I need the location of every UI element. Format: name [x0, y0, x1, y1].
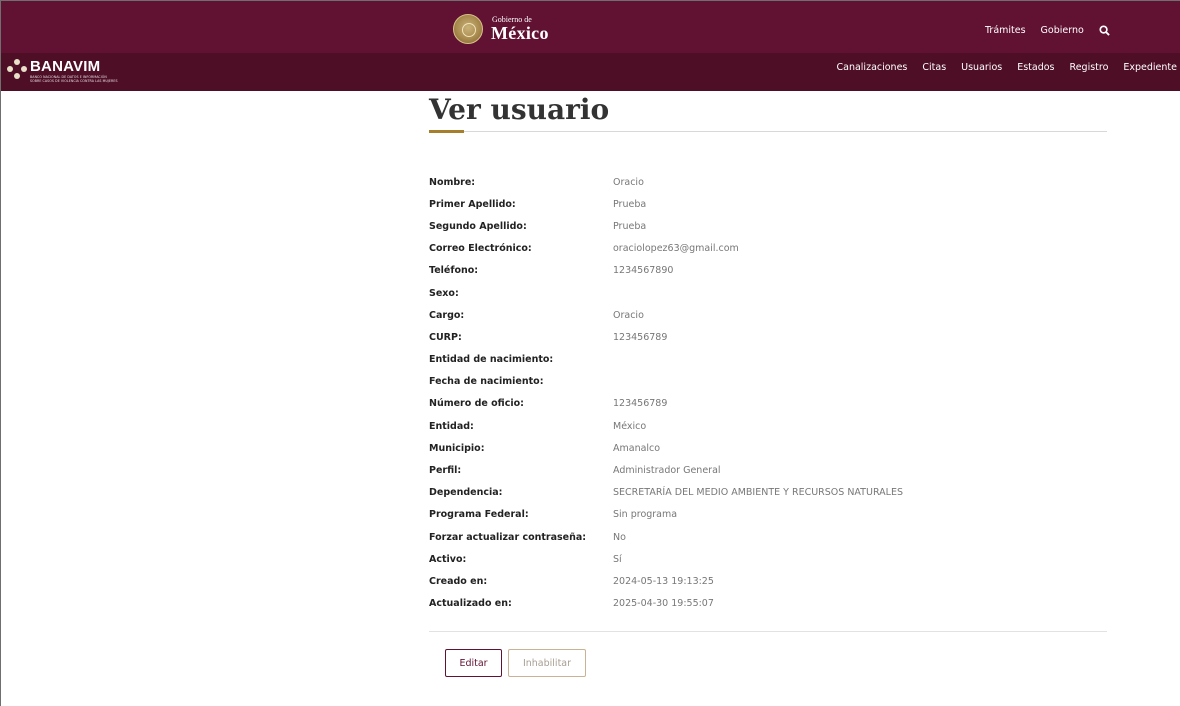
detail-label: Actualizado en:	[429, 598, 512, 610]
nav-estados[interactable]: Estados	[1017, 62, 1054, 73]
detail-value: 1234567890	[613, 265, 674, 277]
detail-value: Prueba	[613, 198, 647, 210]
detail-row: Fecha de nacimiento:	[429, 371, 1107, 393]
detail-label: CURP:	[429, 331, 462, 343]
detail-label: Teléfono:	[429, 265, 479, 277]
detail-label: Municipio:	[429, 442, 485, 454]
detail-row: Teléfono: 1234567890	[429, 260, 1107, 282]
detail-row: Programa Federal: Sin programa	[429, 504, 1107, 526]
gov-links: Trámites Gobierno	[985, 25, 1110, 36]
detail-row: Sexo:	[429, 282, 1107, 304]
detail-row: Creado en: 2024-05-13 19:13:25	[429, 570, 1107, 592]
detail-value: 123456789	[613, 331, 668, 343]
gov-link-gobierno[interactable]: Gobierno	[1041, 25, 1084, 36]
detail-row: Cargo: Oracio	[429, 304, 1107, 326]
detail-row: Entidad de nacimiento:	[429, 349, 1107, 371]
detail-label: Nombre:	[429, 176, 476, 188]
detail-row: Municipio: Amanalco	[429, 437, 1107, 459]
detail-value: Amanalco	[613, 442, 661, 454]
detail-value: Administrador General	[613, 465, 721, 477]
actions-divider	[429, 631, 1107, 632]
detail-value: Oracio	[613, 176, 644, 188]
disable-button[interactable]: Inhabilitar	[508, 649, 586, 677]
detail-label: Entidad de nacimiento:	[429, 354, 554, 366]
title-accent-bar	[429, 130, 464, 133]
gov-header: Gobierno de México Trámites Gobierno	[1, 1, 1180, 53]
detail-value: SECRETARÍA DEL MEDIO AMBIENTE Y RECURSOS…	[613, 487, 903, 499]
detail-row: Activo: Sí	[429, 548, 1107, 570]
detail-value: México	[613, 420, 647, 432]
detail-label: Correo Electrónico:	[429, 243, 532, 255]
nav-expediente[interactable]: Expediente	[1123, 62, 1177, 73]
nav-registro[interactable]: Registro	[1070, 62, 1109, 73]
national-seal-icon	[453, 14, 483, 44]
detail-row: Dependencia: SECRETARÍA DEL MEDIO AMBIENT…	[429, 482, 1107, 504]
user-details-list: Nombre: Oracio Primer Apellido: Prueba Segun…	[429, 171, 1107, 615]
detail-row: Perfil: Administrador General	[429, 459, 1107, 481]
detail-value: Oracio	[613, 309, 644, 321]
detail-row: Entidad: México	[429, 415, 1107, 437]
detail-value: Sin programa	[613, 509, 678, 521]
detail-label: Perfil:	[429, 465, 462, 477]
nav-canalizaciones[interactable]: Canalizaciones	[837, 62, 908, 73]
detail-value: oraciolopez63@gmail.com	[613, 243, 739, 255]
gov-logo-big: México	[491, 23, 549, 43]
gov-logo-text: Gobierno de México	[491, 16, 549, 43]
detail-label: Dependencia:	[429, 487, 503, 499]
banavim-logo[interactable]: BANAVIM BANCO NACIONAL DE DATOS E INFORM…	[7, 59, 118, 83]
detail-value: 2025-04-30 19:55:07	[613, 598, 714, 610]
detail-label: Programa Federal:	[429, 509, 529, 521]
detail-label: Forzar actualizar contraseña:	[429, 531, 587, 543]
app-navbar: BANAVIM BANCO NACIONAL DE DATOS E INFORM…	[1, 53, 1180, 91]
brand-subtitle-2: SOBRE CASOS DE VIOLENCIA CONTRA LAS MUJE…	[30, 79, 118, 83]
gov-link-tramites[interactable]: Trámites	[985, 25, 1026, 36]
detail-label: Activo:	[429, 553, 467, 565]
detail-value: 2024-05-13 19:13:25	[613, 575, 714, 587]
detail-row: Actualizado en: 2025-04-30 19:55:07	[429, 593, 1107, 615]
detail-label: Número de oficio:	[429, 398, 524, 410]
detail-value: Sí	[613, 553, 622, 565]
gov-mexico-logo[interactable]: Gobierno de México	[453, 12, 549, 46]
edit-button[interactable]: Editar	[445, 649, 502, 677]
detail-row: Correo Electrónico: oraciolopez63@gmail.c…	[429, 238, 1107, 260]
detail-row: Forzar actualizar contraseña: No	[429, 526, 1107, 548]
detail-label: Entidad:	[429, 420, 474, 432]
page-title: Ver usuario	[429, 93, 610, 126]
detail-value: 123456789	[613, 398, 668, 410]
main-nav: Canalizaciones Citas Usuarios Estados Re…	[837, 62, 1178, 73]
detail-label: Segundo Apellido:	[429, 220, 527, 232]
detail-row: Primer Apellido: Prueba	[429, 193, 1107, 215]
brand-name: BANAVIM	[30, 58, 101, 75]
nav-usuarios[interactable]: Usuarios	[961, 62, 1002, 73]
page-frame: Gobierno de México Trámites Gobierno BAN…	[0, 0, 1180, 706]
detail-row: Número de oficio: 123456789	[429, 393, 1107, 415]
detail-label: Cargo:	[429, 309, 465, 321]
title-divider	[429, 131, 1107, 132]
detail-value: Prueba	[613, 220, 647, 232]
action-buttons: Editar Inhabilitar	[445, 649, 586, 677]
detail-label: Creado en:	[429, 575, 488, 587]
detail-row: Nombre: Oracio	[429, 171, 1107, 193]
search-icon[interactable]	[1099, 25, 1110, 36]
banavim-mark-icon	[7, 59, 27, 79]
detail-label: Sexo:	[429, 287, 459, 299]
detail-label: Fecha de nacimiento:	[429, 376, 544, 388]
detail-row: CURP: 123456789	[429, 326, 1107, 348]
nav-citas[interactable]: Citas	[922, 62, 946, 73]
detail-value: No	[613, 531, 626, 543]
detail-row: Segundo Apellido: Prueba	[429, 215, 1107, 237]
detail-label: Primer Apellido:	[429, 198, 516, 210]
